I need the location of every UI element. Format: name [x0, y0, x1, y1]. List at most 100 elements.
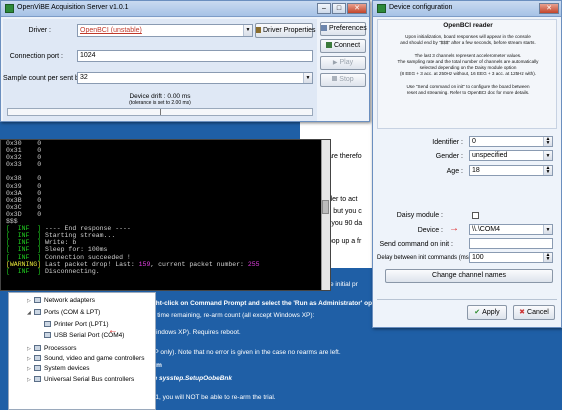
device-tree-item[interactable]: ▷ Network adapters	[27, 297, 95, 304]
console-line: $$$	[6, 218, 18, 226]
info-line: reset and streaming. Refer to OpenBCI do…	[406, 89, 530, 95]
console-scrollbar-thumb[interactable]	[322, 200, 329, 214]
console-line: 0x32 0	[6, 154, 42, 162]
sound-icon	[34, 355, 41, 361]
apply-button[interactable]: ✔ Apply	[467, 305, 507, 320]
cfg-window-title: Device configuration	[389, 4, 453, 11]
connection-port-label: Connection port :	[9, 53, 63, 60]
openvibe-app-icon	[5, 4, 14, 13]
device-config-form: Identifier : 0 ▲ ▼ Gender : unspecified ▼…	[377, 131, 557, 299]
play-icon: ▶	[332, 60, 338, 66]
checkmark-icon: ✔	[474, 309, 481, 316]
spin-arrows-icon[interactable]: ▲ ▼	[543, 166, 552, 175]
article-line: ke sysstep.SetupOobeBnk	[150, 375, 232, 382]
console-message: Connection succeeded !	[41, 253, 131, 261]
expander-icon[interactable]: ▷	[27, 366, 33, 372]
age-label: Age :	[446, 168, 463, 175]
stop-icon	[332, 76, 338, 81]
console-line: 0x3C 0	[6, 203, 42, 211]
identifier-label: Identifier :	[432, 139, 463, 146]
cfg-titlebar: Device configuration ✕	[373, 1, 561, 17]
system-device-icon	[34, 365, 41, 371]
info-line: and should end by "$$$" after a few seco…	[400, 40, 536, 46]
connection-port-input[interactable]: 1024	[77, 50, 313, 62]
device-tree-label: Sound, video and game controllers	[44, 355, 145, 362]
minimize-button[interactable]: –	[317, 3, 331, 14]
console-scrollbar[interactable]	[321, 140, 330, 290]
device-tree-item[interactable]: ▷ Processors	[27, 345, 77, 352]
dialog-separator	[377, 299, 557, 300]
console-line: [WARNING] Last packet drop! Last: 159, c…	[1, 261, 330, 268]
reader-info-box: OpenBCI reader Upon initialization, boar…	[377, 19, 557, 129]
printer-port-icon	[44, 321, 51, 327]
usb-serial-port-icon	[44, 332, 51, 338]
article-line: e initial pr	[330, 281, 358, 288]
acq-window-title: OpenViBE Acquisition Server v1.0.1	[17, 4, 129, 11]
expander-icon[interactable]: ▷	[27, 298, 33, 304]
sample-count-value: 32	[80, 74, 88, 81]
maximize-button[interactable]: □	[332, 3, 346, 14]
device-tree-label: Printer Port (LPT1)	[54, 321, 109, 328]
driver-dropdown[interactable]: OpenBCI (unstable) ▼	[77, 24, 253, 37]
expander-icon[interactable]: ▷	[27, 346, 33, 352]
sample-count-label: Sample count per sent block :	[3, 75, 96, 82]
console-message: Sleep for: 100ms	[41, 246, 108, 254]
play-button[interactable]: ▶ Play	[320, 56, 366, 70]
info-line: (8 EEG + 3 acc. at 250Hz without, 16 EEG…	[399, 71, 537, 77]
console-line: [ INF ] Starting stream...	[1, 232, 330, 239]
cancel-button[interactable]: ✖ Cancel	[513, 305, 555, 320]
network-adapter-icon	[34, 297, 41, 303]
openvibe-app-icon	[377, 4, 386, 13]
info-tag: [ INF ]	[6, 225, 42, 233]
driver-value: OpenBCI (unstable)	[80, 27, 142, 34]
red-arrow-annotation: ←	[108, 325, 118, 336]
expander-icon[interactable]: ▷	[27, 377, 33, 383]
identifier-spinbox[interactable]: 0 ▲ ▼	[469, 136, 553, 147]
console-line: 0x31 0	[6, 147, 42, 155]
preferences-button[interactable]: Preferences	[320, 22, 367, 36]
device-manager-tree: ▷ Network adapters ◢ Ports (COM & LPT) Print…	[8, 292, 156, 410]
red-arrow-annotation: →	[449, 223, 459, 234]
sample-count-dropdown[interactable]: 32 ▼	[77, 72, 313, 84]
console-line: [ INF ] Sleep for: 100ms	[1, 246, 330, 253]
console-line: 0x38 0	[6, 175, 42, 183]
driver-properties-button[interactable]: Driver Properties	[255, 23, 316, 38]
spin-arrows-icon[interactable]: ▲ ▼	[543, 137, 552, 146]
device-tree-item[interactable]: Printer Port (LPT1)	[37, 321, 109, 328]
device-dropdown[interactable]: \\.\COM4 ▼	[469, 224, 553, 235]
cancel-icon: ✖	[519, 309, 526, 316]
delay-spinbox[interactable]: 100 ▲ ▼	[469, 252, 553, 263]
daisy-module-label: Daisy module :	[396, 212, 443, 219]
info-tag: [ INF ]	[6, 239, 42, 247]
spin-arrows-icon[interactable]: ▲ ▼	[543, 253, 552, 262]
connect-button[interactable]: Connect	[320, 39, 366, 53]
device-tree-item[interactable]: ▷ Universal Serial Bus controllers	[27, 376, 134, 383]
warning-tag: [WARNING]	[6, 260, 42, 268]
info-line: The sampling rate and the total number o…	[397, 58, 539, 64]
close-button[interactable]: ✕	[347, 3, 367, 14]
device-tree-label: Ports (COM & LPT)	[44, 309, 101, 316]
change-channel-names-button[interactable]: Change channel names	[385, 269, 553, 283]
gender-dropdown[interactable]: unspecified ▼	[469, 150, 553, 161]
expander-icon[interactable]: ◢	[27, 310, 33, 316]
device-tree-item[interactable]: ▷ System devices	[27, 365, 90, 372]
device-label: Device :	[417, 227, 443, 234]
daisy-module-checkbox[interactable]	[472, 212, 479, 219]
drift-gauge	[7, 108, 313, 116]
close-button[interactable]: ✕	[539, 3, 559, 14]
usb-controller-icon	[34, 376, 41, 382]
article-line: Windows XP). Requires reboot.	[150, 329, 241, 336]
console-line: 0x30 0	[6, 140, 42, 147]
tolerance-label: (tolerance is set to 2.00 ms)	[129, 100, 191, 106]
device-tree-label: System devices	[44, 365, 90, 372]
expander-icon[interactable]: ▷	[27, 356, 33, 362]
device-tree-label: Universal Serial Bus controllers	[44, 376, 135, 383]
stop-button[interactable]: Stop	[320, 73, 366, 87]
console-line: 0x3D 0	[6, 210, 42, 218]
device-tree-item[interactable]: ▷ Sound, video and game controllers	[27, 355, 144, 362]
device-tree-item[interactable]: ◢ Ports (COM & LPT)	[27, 309, 100, 316]
console-line: 0x3A 0	[6, 189, 42, 197]
send-command-input[interactable]	[469, 238, 553, 249]
age-spinbox[interactable]: 18 ▲ ▼	[469, 165, 553, 176]
